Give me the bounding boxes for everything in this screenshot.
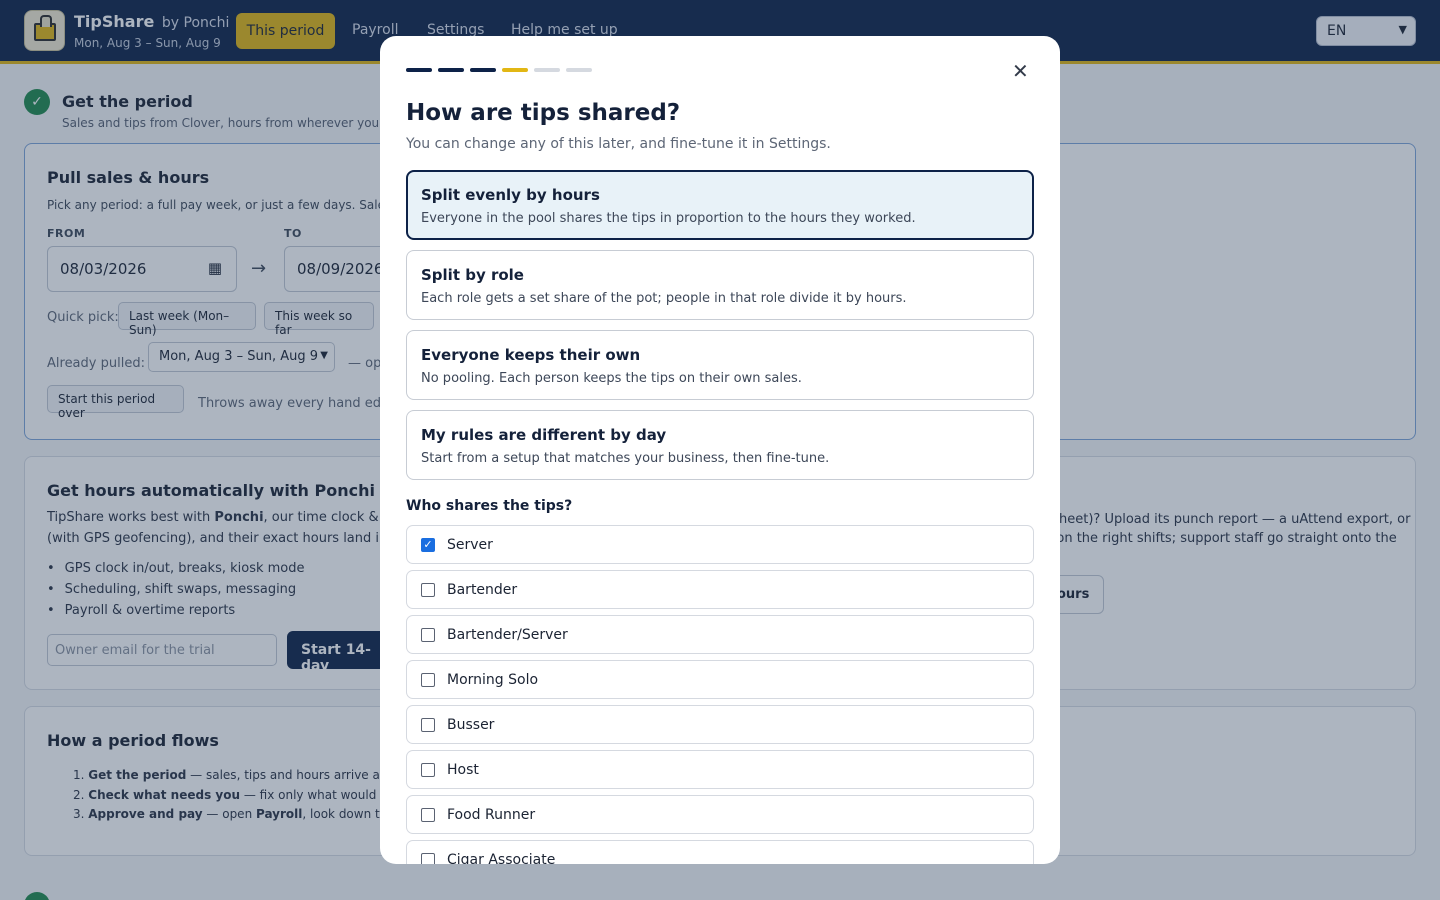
option-title: My rules are different by day	[421, 426, 667, 444]
option-description: Start from a setup that matches your bus…	[421, 451, 830, 466]
checkbox[interactable]	[421, 583, 435, 597]
role-label: Food Runner	[447, 807, 536, 823]
progress-step	[534, 68, 560, 72]
role-label: Busser	[447, 717, 495, 733]
role-label: Bartender/Server	[447, 627, 568, 643]
close-icon[interactable]: ✕	[1012, 59, 1029, 83]
role-row-bartender-server[interactable]: Bartender/Server	[406, 615, 1034, 654]
progress-step	[566, 68, 592, 72]
option-title: Everyone keeps their own	[421, 346, 641, 364]
checkbox[interactable]	[421, 673, 435, 687]
checkbox[interactable]	[421, 763, 435, 777]
setup-wizard-dialog: ✕ How are tips shared? You can change an…	[380, 36, 1060, 864]
progress-step	[470, 68, 496, 72]
option-description: Each role gets a set share of the pot; p…	[421, 291, 907, 306]
role-row-bartender[interactable]: Bartender	[406, 570, 1034, 609]
role-label: Cigar Associate	[447, 852, 556, 864]
option-description: Everyone in the pool shares the tips in …	[421, 211, 916, 226]
role-row-morning-solo[interactable]: Morning Solo	[406, 660, 1034, 699]
role-row-cigar-associate[interactable]: Cigar Associate	[406, 840, 1034, 864]
progress-step	[502, 68, 528, 72]
option-everyone-keeps-own[interactable]: Everyone keeps their own No pooling. Eac…	[406, 330, 1034, 400]
checkbox[interactable]	[421, 853, 435, 864]
role-row-food-runner[interactable]: Food Runner	[406, 795, 1034, 834]
role-label: Server	[447, 537, 493, 553]
option-split-evenly-by-hours[interactable]: Split evenly by hours Everyone in the po…	[406, 170, 1034, 240]
role-row-busser[interactable]: Busser	[406, 705, 1034, 744]
progress-step	[438, 68, 464, 72]
dialog-subtitle: You can change any of this later, and fi…	[406, 136, 831, 152]
option-title: Split evenly by hours	[421, 186, 600, 204]
role-row-host[interactable]: Host	[406, 750, 1034, 789]
checkbox[interactable]	[421, 628, 435, 642]
checkbox[interactable]	[421, 718, 435, 732]
progress-step	[406, 68, 432, 72]
option-title: Split by role	[421, 266, 524, 284]
role-row-server[interactable]: ✓ Server	[406, 525, 1034, 564]
option-rules-differ-by-day[interactable]: My rules are different by day Start from…	[406, 410, 1034, 480]
option-split-by-role[interactable]: Split by role Each role gets a set share…	[406, 250, 1034, 320]
role-label: Host	[447, 762, 479, 778]
role-label: Morning Solo	[447, 672, 539, 688]
option-description: No pooling. Each person keeps the tips o…	[421, 371, 802, 386]
checkbox-checked[interactable]: ✓	[421, 538, 435, 552]
dialog-title: How are tips shared?	[406, 100, 681, 126]
checkbox[interactable]	[421, 808, 435, 822]
who-shares-label: Who shares the tips?	[406, 498, 573, 514]
role-label: Bartender	[447, 582, 518, 598]
wizard-progress-indicator	[406, 68, 592, 72]
